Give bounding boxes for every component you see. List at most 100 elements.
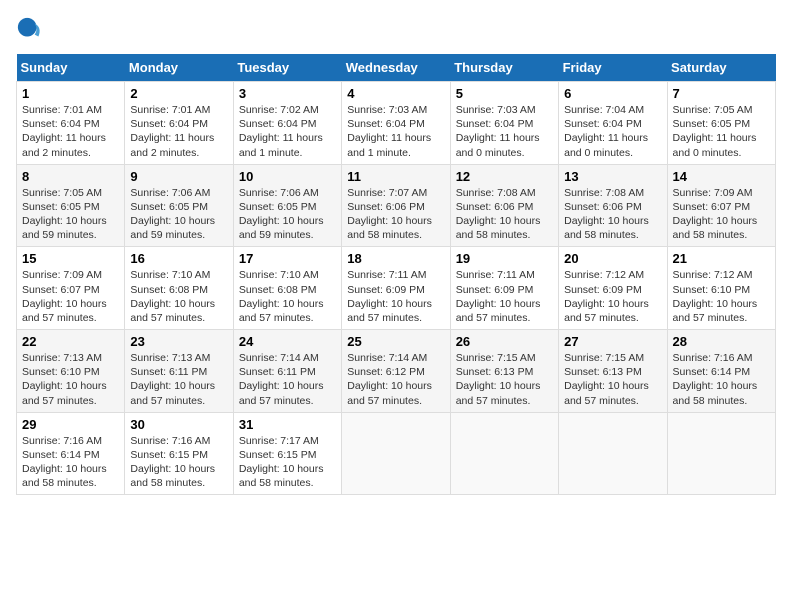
- day-info: Sunrise: 7:09 AMSunset: 6:07 PMDaylight:…: [22, 269, 107, 324]
- day-info: Sunrise: 7:01 AMSunset: 6:04 PMDaylight:…: [22, 104, 106, 159]
- col-sunday: Sunday: [17, 54, 125, 82]
- day-number: 30: [130, 417, 227, 432]
- calendar-cell: 14 Sunrise: 7:09 AMSunset: 6:07 PMDayligh…: [667, 164, 775, 247]
- day-number: 25: [347, 334, 444, 349]
- calendar-cell: 1 Sunrise: 7:01 AMSunset: 6:04 PMDaylight…: [17, 82, 125, 165]
- day-info: Sunrise: 7:15 AMSunset: 6:13 PMDaylight:…: [456, 352, 541, 407]
- calendar-cell: 20 Sunrise: 7:12 AMSunset: 6:09 PMDayligh…: [559, 247, 667, 330]
- calendar-cell: 6 Sunrise: 7:04 AMSunset: 6:04 PMDaylight…: [559, 82, 667, 165]
- day-info: Sunrise: 7:14 AMSunset: 6:11 PMDaylight:…: [239, 352, 324, 407]
- calendar-cell: [667, 412, 775, 495]
- day-info: Sunrise: 7:16 AMSunset: 6:14 PMDaylight:…: [22, 435, 107, 490]
- day-number: 13: [564, 169, 661, 184]
- day-info: Sunrise: 7:12 AMSunset: 6:10 PMDaylight:…: [673, 269, 758, 324]
- day-number: 9: [130, 169, 227, 184]
- calendar-cell: 7 Sunrise: 7:05 AMSunset: 6:05 PMDaylight…: [667, 82, 775, 165]
- day-number: 4: [347, 86, 444, 101]
- col-friday: Friday: [559, 54, 667, 82]
- calendar-cell: 16Sunrise: 7:10 AMSunset: 6:08 PMDayligh…: [125, 247, 233, 330]
- day-number: 23: [130, 334, 227, 349]
- calendar-cell: 11 Sunrise: 7:07 AMSunset: 6:06 PMDayligh…: [342, 164, 450, 247]
- day-number: 31: [239, 417, 336, 432]
- day-info: Sunrise: 7:01 AMSunset: 6:04 PMDaylight:…: [130, 104, 214, 159]
- day-info: Sunrise: 7:13 AMSunset: 6:11 PMDaylight:…: [130, 352, 215, 407]
- day-info: Sunrise: 7:11 AMSunset: 6:09 PMDaylight:…: [347, 269, 432, 324]
- day-number: 5: [456, 86, 553, 101]
- day-info: Sunrise: 7:09 AMSunset: 6:07 PMDaylight:…: [673, 187, 758, 242]
- day-info: Sunrise: 7:13 AMSunset: 6:10 PMDaylight:…: [22, 352, 107, 407]
- day-info: Sunrise: 7:17 AMSunset: 6:15 PMDaylight:…: [239, 435, 324, 490]
- calendar-week-row: 1 Sunrise: 7:01 AMSunset: 6:04 PMDaylight…: [17, 82, 776, 165]
- calendar-table: Sunday Monday Tuesday Wednesday Thursday…: [16, 54, 776, 495]
- day-number: 21: [673, 251, 770, 266]
- day-number: 18: [347, 251, 444, 266]
- day-info: Sunrise: 7:06 AMSunset: 6:05 PMDaylight:…: [239, 187, 324, 242]
- calendar-cell: 26 Sunrise: 7:15 AMSunset: 6:13 PMDayligh…: [450, 330, 558, 413]
- day-number: 8: [22, 169, 119, 184]
- col-wednesday: Wednesday: [342, 54, 450, 82]
- day-info: Sunrise: 7:07 AMSunset: 6:06 PMDaylight:…: [347, 187, 432, 242]
- day-info: Sunrise: 7:15 AMSunset: 6:13 PMDaylight:…: [564, 352, 649, 407]
- header-row: Sunday Monday Tuesday Wednesday Thursday…: [17, 54, 776, 82]
- day-number: 1: [22, 86, 119, 101]
- calendar-week-row: 8 Sunrise: 7:05 AMSunset: 6:05 PMDaylight…: [17, 164, 776, 247]
- day-number: 26: [456, 334, 553, 349]
- day-info: Sunrise: 7:06 AMSunset: 6:05 PMDaylight:…: [130, 187, 215, 242]
- day-number: 2: [130, 86, 227, 101]
- calendar-week-row: 15 Sunrise: 7:09 AMSunset: 6:07 PMDayligh…: [17, 247, 776, 330]
- calendar-cell: 15 Sunrise: 7:09 AMSunset: 6:07 PMDayligh…: [17, 247, 125, 330]
- calendar-cell: 8 Sunrise: 7:05 AMSunset: 6:05 PMDaylight…: [17, 164, 125, 247]
- calendar-cell: [559, 412, 667, 495]
- calendar-cell: 19Sunrise: 7:11 AMSunset: 6:09 PMDayligh…: [450, 247, 558, 330]
- day-info: Sunrise: 7:16 AMSunset: 6:15 PMDaylight:…: [130, 435, 215, 490]
- day-number: 10: [239, 169, 336, 184]
- calendar-cell: 30 Sunrise: 7:16 AMSunset: 6:15 PMDayligh…: [125, 412, 233, 495]
- calendar-cell: 4 Sunrise: 7:03 AMSunset: 6:04 PMDaylight…: [342, 82, 450, 165]
- day-info: Sunrise: 7:02 AMSunset: 6:04 PMDaylight:…: [239, 104, 323, 159]
- day-info: Sunrise: 7:16 AMSunset: 6:14 PMDaylight:…: [673, 352, 758, 407]
- day-number: 7: [673, 86, 770, 101]
- day-info: Sunrise: 7:03 AMSunset: 6:04 PMDaylight:…: [456, 104, 540, 159]
- day-info: Sunrise: 7:11 AMSunset: 6:09 PMDaylight:…: [456, 269, 541, 324]
- day-number: 16: [130, 251, 227, 266]
- day-info: Sunrise: 7:04 AMSunset: 6:04 PMDaylight:…: [564, 104, 648, 159]
- day-number: 15: [22, 251, 119, 266]
- day-info: Sunrise: 7:08 AMSunset: 6:06 PMDaylight:…: [564, 187, 649, 242]
- calendar-cell: 24 Sunrise: 7:14 AMSunset: 6:11 PMDayligh…: [233, 330, 341, 413]
- calendar-cell: [342, 412, 450, 495]
- calendar-cell: 25Sunrise: 7:14 AMSunset: 6:12 PMDayligh…: [342, 330, 450, 413]
- day-info: Sunrise: 7:05 AMSunset: 6:05 PMDaylight:…: [22, 187, 107, 242]
- calendar-cell: 5 Sunrise: 7:03 AMSunset: 6:04 PMDaylight…: [450, 82, 558, 165]
- page-header: [16, 16, 776, 44]
- calendar-week-row: 29 Sunrise: 7:16 AMSunset: 6:14 PMDayligh…: [17, 412, 776, 495]
- day-number: 27: [564, 334, 661, 349]
- calendar-cell: 12Sunrise: 7:08 AMSunset: 6:06 PMDayligh…: [450, 164, 558, 247]
- col-tuesday: Tuesday: [233, 54, 341, 82]
- calendar-week-row: 22Sunrise: 7:13 AMSunset: 6:10 PMDayligh…: [17, 330, 776, 413]
- calendar-cell: 21 Sunrise: 7:12 AMSunset: 6:10 PMDayligh…: [667, 247, 775, 330]
- day-number: 6: [564, 86, 661, 101]
- day-number: 11: [347, 169, 444, 184]
- day-info: Sunrise: 7:05 AMSunset: 6:05 PMDaylight:…: [673, 104, 757, 159]
- day-number: 20: [564, 251, 661, 266]
- day-number: 14: [673, 169, 770, 184]
- calendar-cell: 17Sunrise: 7:10 AMSunset: 6:08 PMDayligh…: [233, 247, 341, 330]
- calendar-cell: 18 Sunrise: 7:11 AMSunset: 6:09 PMDayligh…: [342, 247, 450, 330]
- calendar-cell: 3 Sunrise: 7:02 AMSunset: 6:04 PMDaylight…: [233, 82, 341, 165]
- day-number: 24: [239, 334, 336, 349]
- col-saturday: Saturday: [667, 54, 775, 82]
- logo: [16, 16, 48, 44]
- calendar-cell: 10 Sunrise: 7:06 AMSunset: 6:05 PMDayligh…: [233, 164, 341, 247]
- day-info: Sunrise: 7:03 AMSunset: 6:04 PMDaylight:…: [347, 104, 431, 159]
- day-number: 3: [239, 86, 336, 101]
- calendar-cell: 28Sunrise: 7:16 AMSunset: 6:14 PMDayligh…: [667, 330, 775, 413]
- calendar-cell: 13 Sunrise: 7:08 AMSunset: 6:06 PMDayligh…: [559, 164, 667, 247]
- col-thursday: Thursday: [450, 54, 558, 82]
- calendar-cell: 22Sunrise: 7:13 AMSunset: 6:10 PMDayligh…: [17, 330, 125, 413]
- calendar-cell: 27 Sunrise: 7:15 AMSunset: 6:13 PMDayligh…: [559, 330, 667, 413]
- calendar-cell: 31 Sunrise: 7:17 AMSunset: 6:15 PMDayligh…: [233, 412, 341, 495]
- day-number: 29: [22, 417, 119, 432]
- day-number: 17: [239, 251, 336, 266]
- day-info: Sunrise: 7:12 AMSunset: 6:09 PMDaylight:…: [564, 269, 649, 324]
- calendar-cell: [450, 412, 558, 495]
